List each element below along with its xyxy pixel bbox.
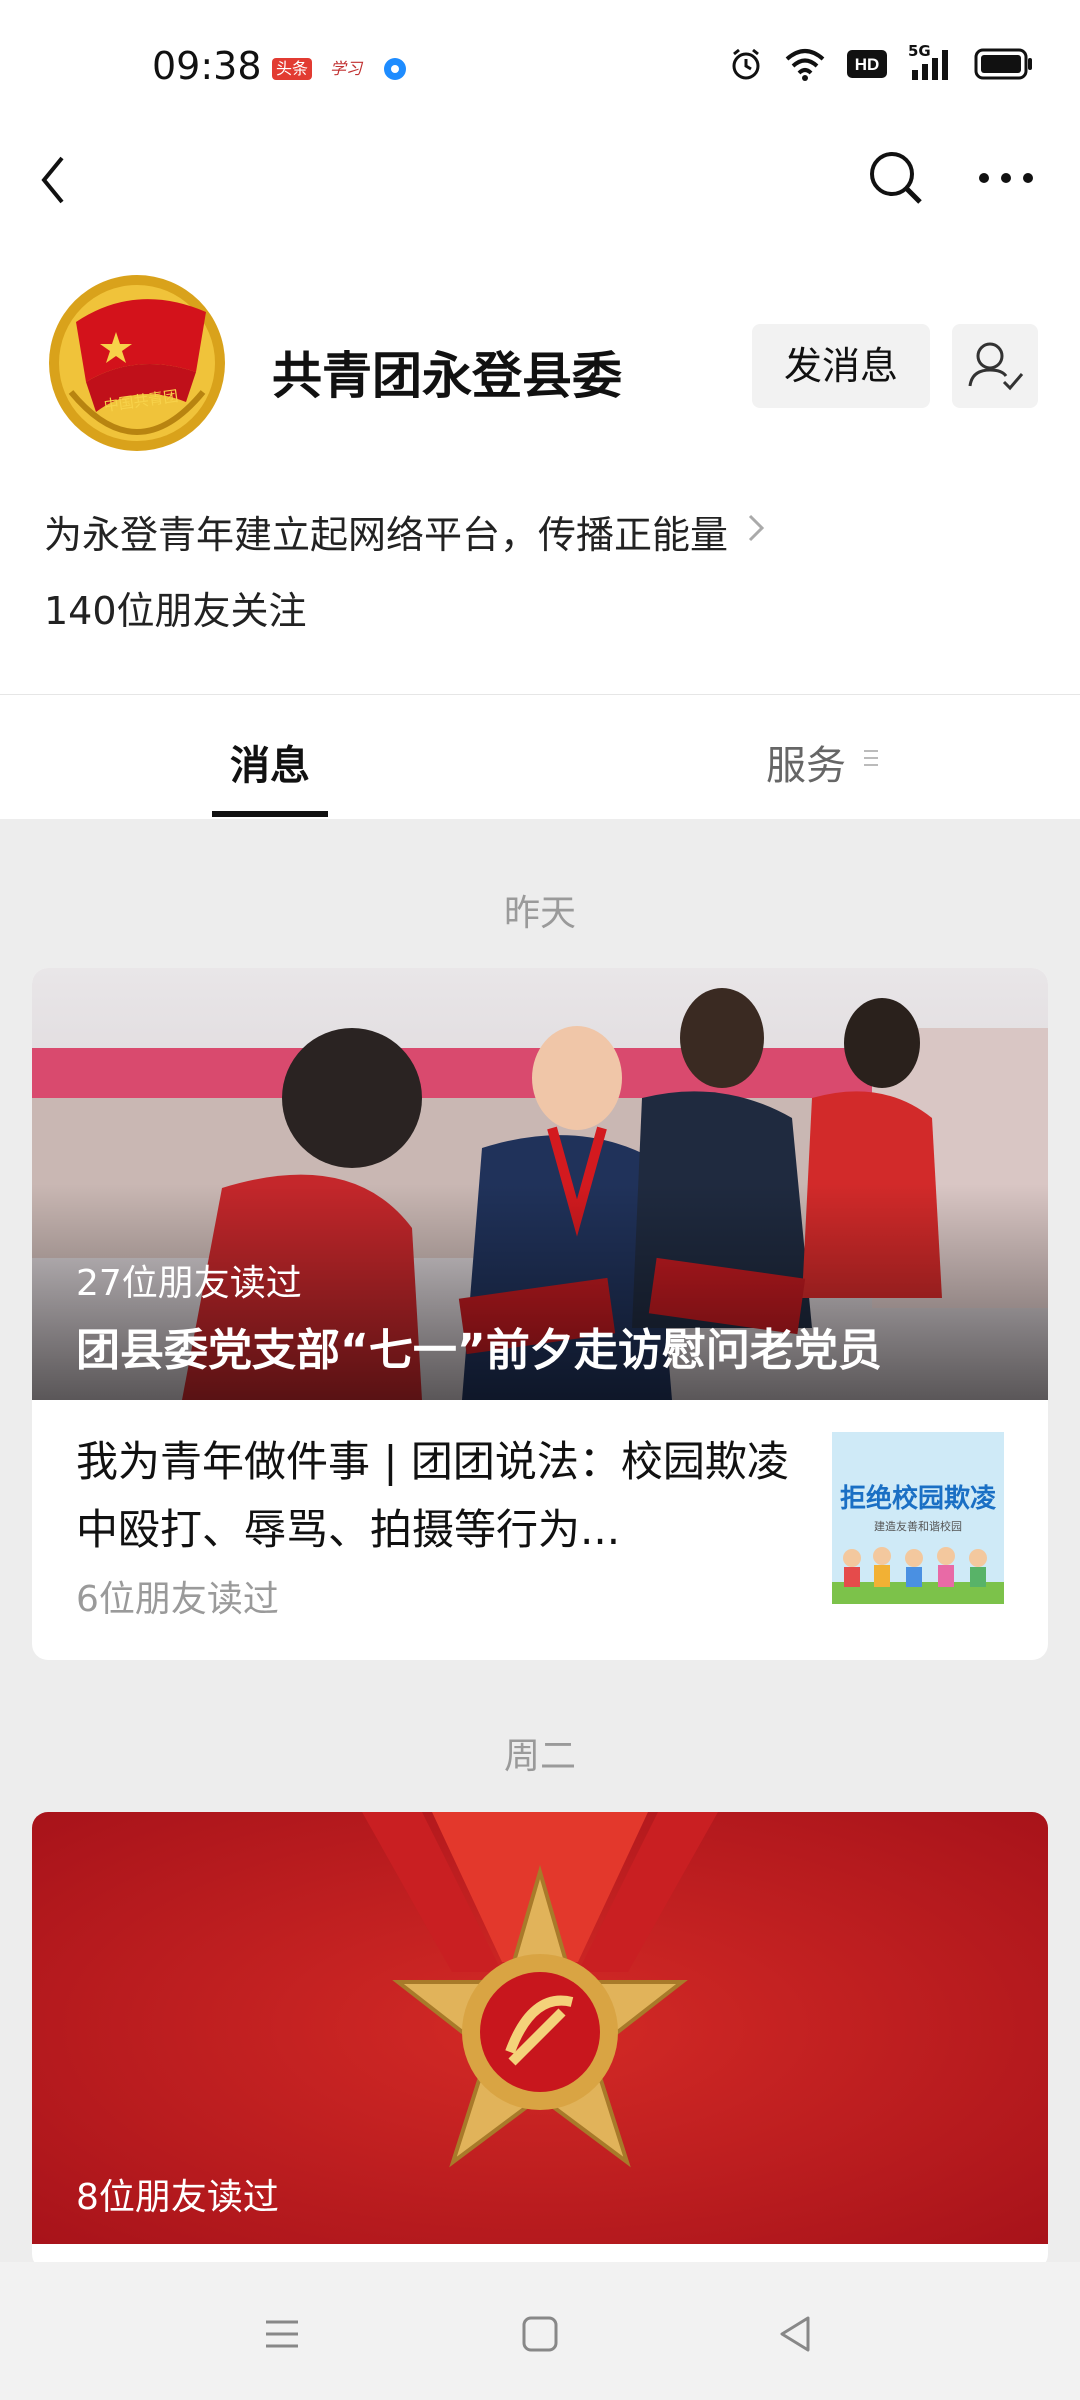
followed-button[interactable] (952, 324, 1038, 408)
article-card[interactable]: 8位朋友读过 (32, 1812, 1048, 2270)
search-icon[interactable] (868, 150, 924, 206)
signal-5g-icon: 5G (908, 42, 954, 82)
chevron-right-icon (748, 514, 765, 542)
sub-article-read-count: 6位朋友读过 (76, 1579, 279, 1620)
more-icon[interactable] (978, 168, 1034, 188)
date-label: 周二 (503, 1736, 576, 1777)
active-tab-indicator (212, 811, 328, 817)
recents-icon[interactable] (262, 2314, 302, 2354)
thumbnail-title: 拒绝校园欺凌 (839, 1484, 996, 1514)
account-name: 共青团永登县委 (272, 347, 622, 405)
nav-bar (0, 138, 1080, 234)
children-illustration (832, 1547, 1004, 1604)
home-icon[interactable] (520, 2314, 560, 2354)
hero-image[interactable]: 27位朋友读过 团县委党支部“七一”前夕走访慰问老党员 (32, 968, 1048, 1400)
hero-read-count: 27位朋友读过 (76, 1263, 302, 1304)
svg-text:HD: HD (855, 55, 880, 74)
youth-league-emblem (49, 275, 225, 451)
send-message-button[interactable]: 发消息 (752, 324, 930, 408)
menu-lines-icon (864, 750, 878, 766)
hero-title: 团县委党支部“七一”前夕走访慰问老党员 (76, 1325, 882, 1376)
system-nav-bar (0, 2262, 1080, 2400)
status-bar: 09:38 头条 学习 HD 5G (0, 0, 1080, 138)
wifi-icon (785, 49, 825, 81)
account-header: 中国共青团 共青团永登县委 发消息 为永登青年建立起网络平台，传播正能量 140… (0, 234, 1080, 694)
hero-read-count: 8位朋友读过 (76, 2177, 279, 2218)
back-nav-icon[interactable] (776, 2314, 816, 2354)
status-time: 09:38 (152, 44, 262, 88)
date-label: 昨天 (503, 893, 576, 934)
back-icon[interactable] (34, 150, 74, 210)
toutiao-badge: 头条 (272, 58, 313, 80)
alarm-icon (732, 48, 760, 80)
sub-article-thumbnail[interactable]: 拒绝校园欺凌 建造友善和谐校园 (832, 1432, 1004, 1604)
battery-icon (974, 48, 1032, 80)
account-description[interactable]: 为永登青年建立起网络平台，传播正能量 (44, 504, 728, 559)
hero-image[interactable]: 8位朋友读过 (32, 1812, 1048, 2244)
sub-article-title[interactable]: 我为青年做件事 | 团团说法：校园欺凌中殴打、辱骂、拍摄等行为... (76, 1428, 816, 1564)
tab-messages[interactable]: 消息 (230, 733, 310, 791)
tab-bar: 消息 服务 (0, 694, 1080, 819)
app-dot-icon (384, 58, 406, 80)
article-card[interactable]: 27位朋友读过 团县委党支部“七一”前夕走访慰问老党员 我为青年做件事 | 团团… (32, 968, 1048, 1660)
tab-services[interactable]: 服务 (766, 733, 846, 791)
user-check-icon (968, 342, 1024, 391)
xuexi-badge: 学习 (330, 59, 363, 78)
thumbnail-subtitle: 建造友善和谐校园 (874, 1520, 962, 1533)
account-avatar[interactable]: 中国共青团 (46, 272, 228, 454)
hd-icon: HD (847, 50, 887, 78)
followers-count: 140位朋友关注 (44, 589, 307, 633)
